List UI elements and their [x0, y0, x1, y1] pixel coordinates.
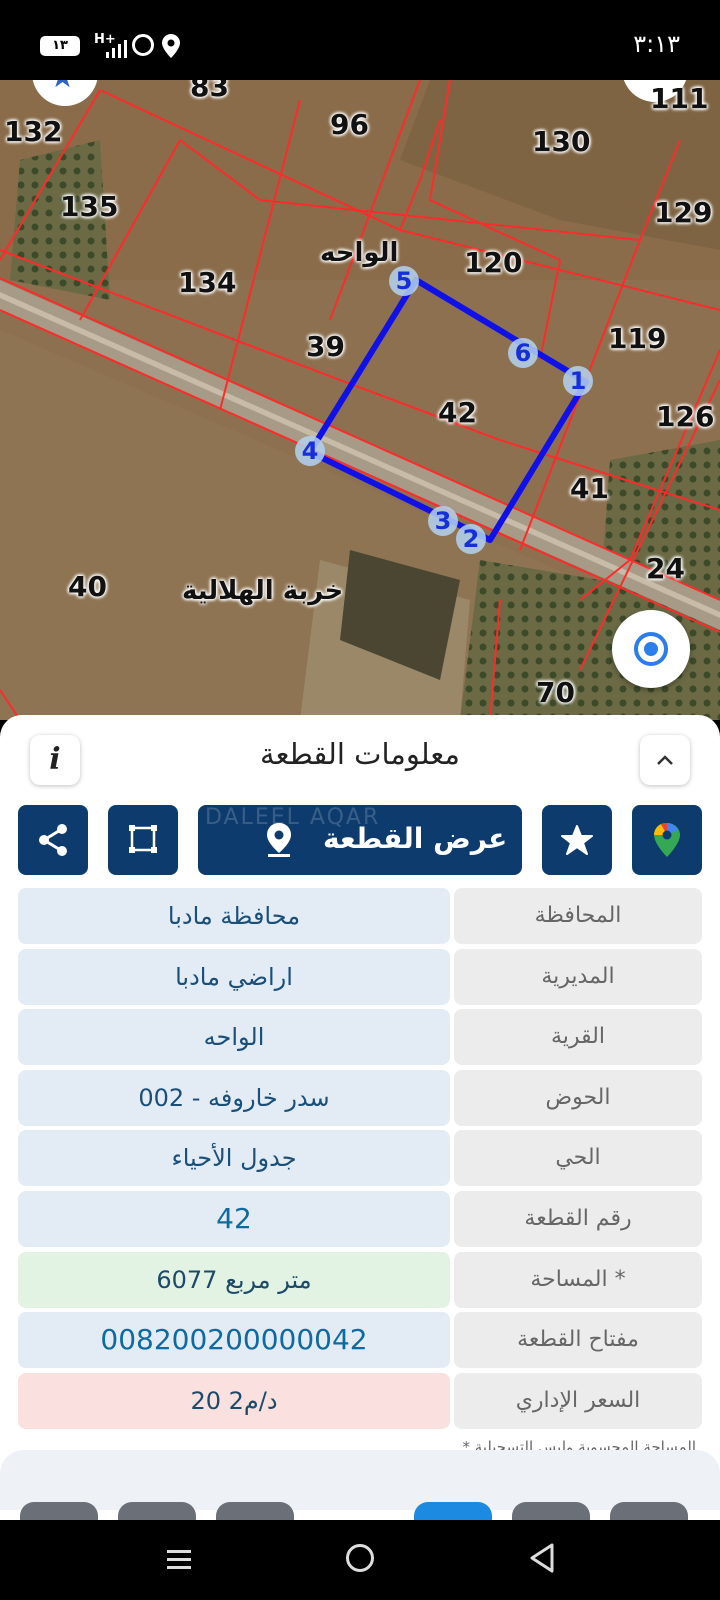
parcel-label[interactable]: 130	[532, 125, 590, 158]
parcel-label[interactable]: 132	[4, 115, 62, 148]
view-parcel-label: عرض القطعة	[323, 822, 508, 855]
parcel-label[interactable]: 41	[570, 472, 609, 505]
parcel-label[interactable]: 119	[608, 322, 666, 355]
row-value: محافظة مادبا	[18, 888, 450, 944]
google-maps-icon	[654, 823, 680, 857]
row-value: الواحه	[18, 1009, 450, 1066]
locate-button[interactable]	[612, 610, 690, 688]
vertex-marker[interactable]: 1	[563, 366, 593, 396]
row-value: 6077 متر مربع	[18, 1251, 450, 1308]
bottom-tab-bar	[0, 1450, 720, 1532]
row-value: اراضي مادبا	[18, 948, 450, 1005]
chevron-up-icon	[657, 755, 673, 765]
satellite-background	[0, 80, 720, 720]
row-label: المحافظة	[454, 888, 702, 944]
table-row: الواحه القرية	[18, 1009, 702, 1066]
collapse-button[interactable]	[640, 735, 690, 785]
polygon-icon	[129, 825, 157, 853]
vertex-marker[interactable]: 2	[456, 524, 486, 554]
vertex-marker[interactable]: 4	[295, 436, 325, 466]
row-label: مفتاح القطعة	[454, 1312, 702, 1369]
table-row: جدول الأحياء الحي	[18, 1130, 702, 1187]
map-pin-icon	[267, 823, 291, 857]
table-row: 42 رقم القطعة	[18, 1190, 702, 1247]
parcel-label[interactable]: 111	[650, 82, 708, 115]
row-label: المساحة *	[454, 1251, 702, 1308]
row-label: المديرية	[454, 948, 702, 1005]
clock: ٣:١٣	[633, 30, 680, 58]
parcel-label[interactable]: 70	[536, 676, 575, 709]
status-bar: ١٣ H+ ٣:١٣	[0, 0, 720, 80]
map-view[interactable]: ★ 83 96 111 132 130 135 129 134 120 39 1…	[0, 80, 720, 720]
row-label: رقم القطعة	[454, 1190, 702, 1247]
table-row: سدر خاروفه - 002 الحوض	[18, 1069, 702, 1126]
google-maps-button[interactable]	[632, 805, 702, 875]
parcel-label[interactable]: 135	[60, 190, 118, 223]
parcel-label[interactable]: 40	[68, 570, 107, 603]
action-row: عرض القطعة	[0, 805, 720, 875]
battery-icon: ١٣	[40, 36, 80, 56]
parcel-label[interactable]: 129	[654, 196, 712, 229]
parcel-label[interactable]: 96	[330, 108, 369, 141]
star-icon	[561, 825, 593, 855]
recents-icon[interactable]	[165, 1545, 193, 1573]
table-row: 20 د/م2 السعر الإداري	[18, 1372, 702, 1429]
row-label: السعر الإداري	[454, 1372, 702, 1429]
compass-star-icon: ★	[49, 80, 76, 96]
row-label: الحوض	[454, 1069, 702, 1126]
parcel-info-table: محافظة مادبا المحافظة اراضي مادبا المدير…	[18, 888, 702, 1433]
home-icon[interactable]	[346, 1544, 374, 1572]
table-row: محافظة مادبا المحافظة	[18, 888, 702, 944]
parcel-label[interactable]: 39	[306, 330, 345, 363]
parcel-label[interactable]: 126	[656, 400, 714, 433]
share-button[interactable]	[18, 805, 88, 875]
parcel-label[interactable]: 83	[190, 80, 229, 103]
view-parcel-button[interactable]: عرض القطعة	[198, 805, 522, 875]
vertex-marker[interactable]: 6	[508, 338, 538, 368]
row-label: القرية	[454, 1009, 702, 1066]
table-row: اراضي مادبا المديرية	[18, 948, 702, 1005]
system-nav-bar	[0, 1520, 720, 1600]
location-icon	[162, 34, 180, 58]
parcel-label[interactable]: 24	[646, 552, 685, 585]
row-value: جدول الأحياء	[18, 1130, 450, 1187]
table-row: 6077 متر مربع المساحة *	[18, 1251, 702, 1308]
row-value: 42	[18, 1190, 450, 1247]
selected-parcel-label[interactable]: 42	[438, 396, 477, 429]
parcel-info-panel: i معلومات القطعة عرض القطعة محافظة مادبا…	[0, 715, 720, 1525]
signal-icon	[106, 40, 127, 58]
locality-label: خربة الهلالية	[182, 576, 344, 606]
parcel-label[interactable]: 120	[464, 246, 522, 279]
row-label: الحي	[454, 1130, 702, 1187]
row-value[interactable]: 008200200000042	[18, 1312, 450, 1369]
share-icon	[39, 824, 67, 856]
back-icon[interactable]	[528, 1542, 558, 1574]
vertex-marker[interactable]: 5	[389, 266, 419, 296]
row-value: 20 د/م2	[18, 1372, 450, 1429]
favorite-button[interactable]	[542, 805, 612, 875]
row-value: سدر خاروفه - 002	[18, 1069, 450, 1126]
vertex-marker[interactable]: 3	[428, 506, 458, 536]
village-label: الواحه	[320, 238, 399, 268]
panel-title: معلومات القطعة	[260, 737, 460, 771]
alarm-icon	[132, 34, 154, 56]
panel-header: i معلومات القطعة	[0, 715, 720, 785]
polygon-button[interactable]	[108, 805, 178, 875]
parcel-label[interactable]: 134	[178, 266, 236, 299]
table-row: 008200200000042 مفتاح القطعة	[18, 1312, 702, 1369]
